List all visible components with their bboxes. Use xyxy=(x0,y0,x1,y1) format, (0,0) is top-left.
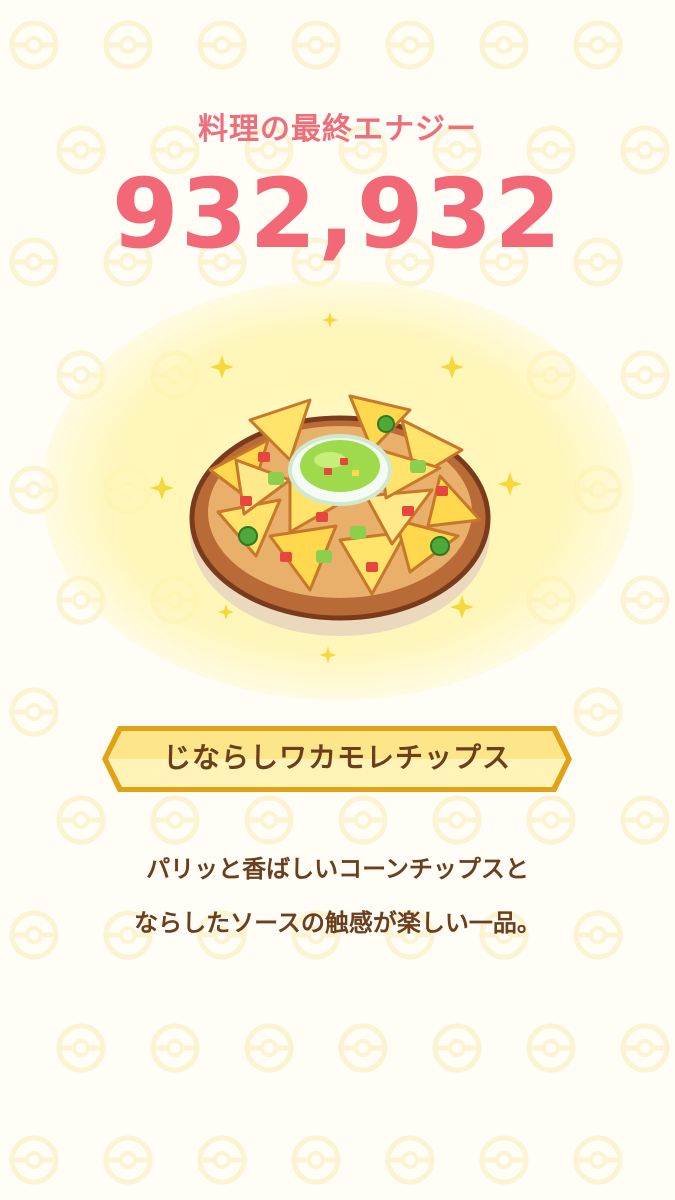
dish-description: パリッと香ばしいコーンチップスと ならしたソースの触感が楽しい一品。 xyxy=(0,842,675,950)
final-energy-value: 932,932 xyxy=(111,158,564,270)
dish-name: じならしワカモレチップス xyxy=(162,741,511,774)
dish-name-banner: じならしワカモレチップス xyxy=(98,722,576,796)
description-line-2: ならしたソースの触感が楽しい一品。 xyxy=(134,909,541,937)
nachos-guacamole-dish-icon xyxy=(150,312,522,664)
description-line-1: パリッと香ばしいコーンチップスと xyxy=(146,855,529,883)
final-energy-title: 料理の最終エナジー xyxy=(198,112,477,147)
